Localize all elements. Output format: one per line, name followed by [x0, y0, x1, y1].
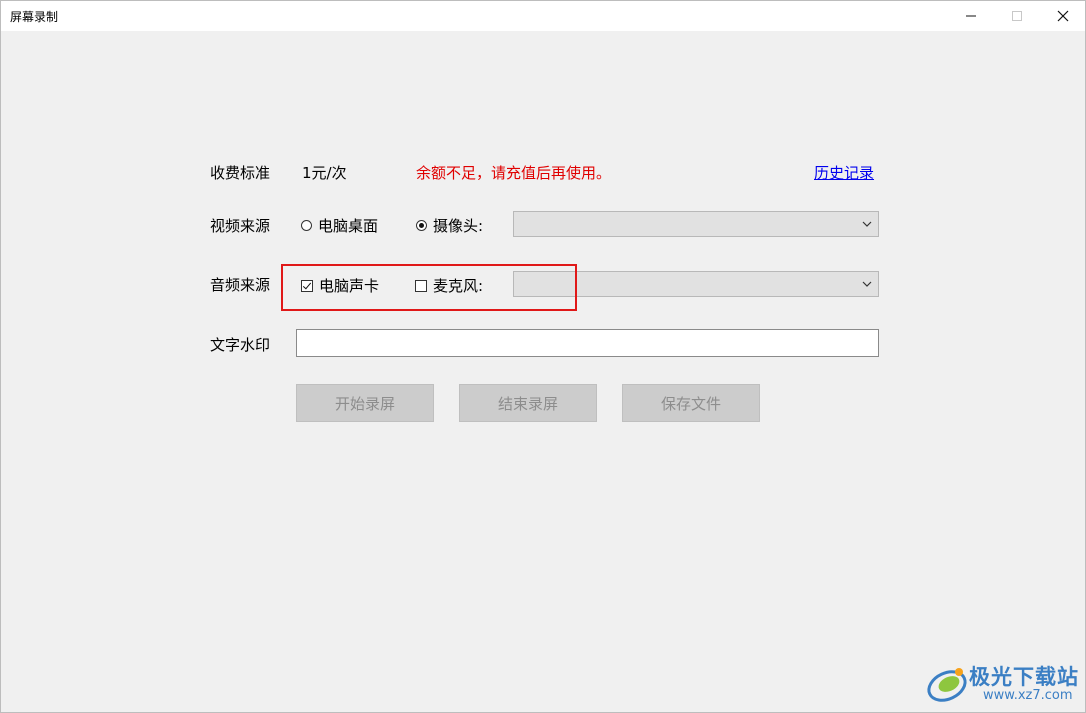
checkbox-checked-icon [301, 279, 313, 292]
chevron-down-icon [862, 221, 872, 227]
stop-recording-button[interactable]: 结束录屏 [459, 384, 597, 422]
radio-checked-icon [416, 220, 427, 231]
maximize-icon [1012, 10, 1022, 21]
checkbox-unchecked-icon [415, 279, 427, 292]
site-url: www.xz7.com [983, 688, 1073, 703]
history-link[interactable]: 历史记录 [814, 162, 874, 183]
close-button[interactable] [1040, 0, 1086, 31]
audio-mic-label: 麦克风: [433, 277, 484, 295]
video-desktop-label: 电脑桌面 [318, 217, 379, 235]
save-file-button[interactable]: 保存文件 [622, 384, 760, 422]
minimize-icon [966, 15, 976, 16]
chevron-down-icon [862, 281, 872, 287]
site-name: 极光下载站 [969, 665, 1079, 689]
audio-soundcard-checkbox[interactable]: 电脑声卡 [301, 275, 379, 296]
video-camera-label: 摄像头: [433, 217, 484, 235]
site-watermark: 极光下载站 www.xz7.com [925, 660, 1078, 708]
radio-unchecked-icon [301, 220, 312, 231]
mic-device-select[interactable] [513, 271, 879, 297]
minimize-button[interactable] [948, 0, 994, 31]
audio-source-label: 音频来源 [210, 276, 271, 294]
video-desktop-radio[interactable]: 电脑桌面 [301, 215, 378, 236]
window-title: 屏幕录制 [10, 10, 59, 24]
video-source-label: 视频来源 [210, 217, 271, 235]
fee-value: 1元/次 [302, 164, 347, 182]
text-watermark-input[interactable] [296, 329, 879, 357]
start-recording-button[interactable]: 开始录屏 [296, 384, 434, 422]
maximize-button[interactable] [994, 0, 1040, 31]
audio-soundcard-label: 电脑声卡 [319, 277, 380, 295]
balance-warning: 余额不足，请充值后再使用。 [416, 164, 612, 182]
video-camera-radio[interactable]: 摄像头: [416, 215, 483, 236]
close-icon [1057, 10, 1069, 21]
text-watermark-label: 文字水印 [210, 336, 271, 354]
fee-label: 收费标准 [210, 164, 271, 182]
camera-device-select[interactable] [513, 211, 879, 237]
title-bar: 屏幕录制 [0, 0, 1086, 31]
audio-mic-checkbox[interactable]: 麦克风: [415, 275, 483, 296]
site-logo-icon [927, 668, 967, 702]
